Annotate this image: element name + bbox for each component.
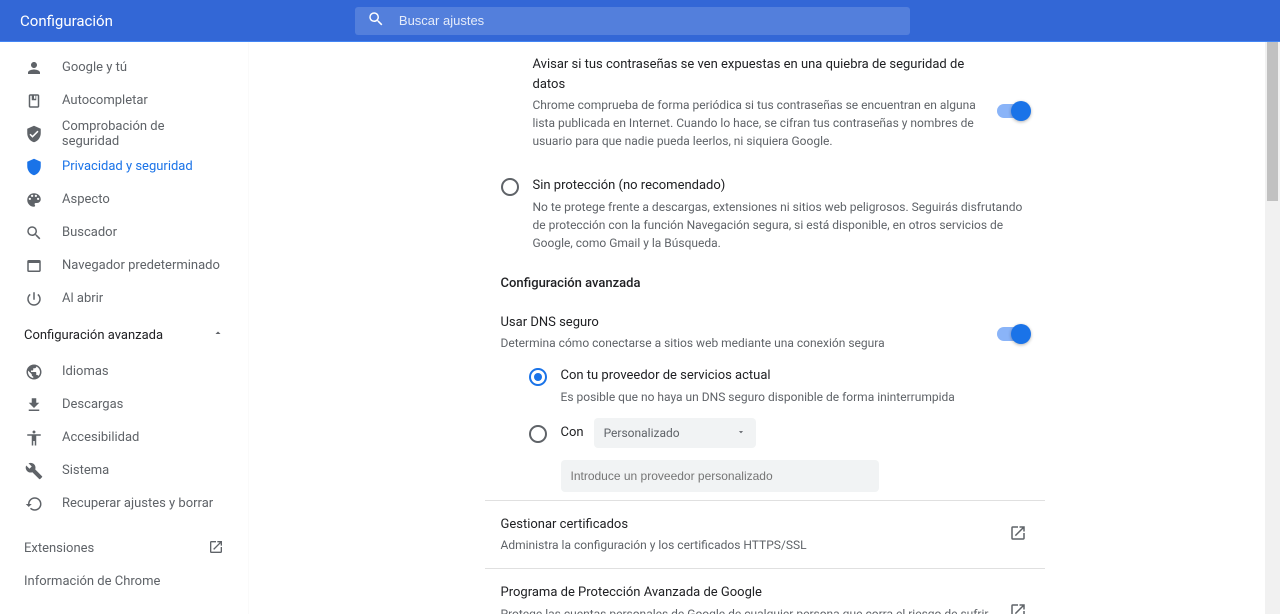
dns-custom-input[interactable] — [561, 460, 879, 492]
page-title: Configuración — [20, 12, 113, 30]
sidebar-item-label: Google y tú — [62, 60, 127, 75]
sidebar-item-label: Navegador predeterminado — [62, 258, 220, 273]
sidebar-item-system[interactable]: Sistema — [0, 454, 248, 487]
sidebar-item-appearance[interactable]: Aspecto — [0, 183, 248, 216]
password-breach-setting: Avisar si tus contraseñas se ven expuest… — [485, 51, 1045, 154]
palette-icon — [24, 190, 44, 210]
advanced-protection-row[interactable]: Programa de Protección Avanzada de Googl… — [485, 568, 1045, 614]
external-link-icon — [1009, 602, 1029, 614]
certificates-desc: Administra la configuración y los certif… — [501, 536, 1009, 554]
wrench-icon — [24, 461, 44, 481]
dns-custom-input-wrap — [561, 460, 1045, 492]
dns-custom-radio[interactable] — [529, 425, 547, 443]
search-input[interactable] — [399, 13, 898, 28]
search-icon — [24, 223, 44, 243]
advanced-protection-title: Programa de Protección Avanzada de Googl… — [501, 583, 1009, 603]
sidebar-item-label: Autocompletar — [62, 93, 148, 108]
external-link-icon — [208, 539, 224, 559]
sidebar-item-default-browser[interactable]: Navegador predeterminado — [0, 249, 248, 282]
no-protection-title: Sin protección (no recomendado) — [533, 176, 1029, 196]
dns-opt1-desc: Es posible que no haya un DNS seguro dis… — [561, 388, 1045, 406]
scrollbar-thumb[interactable] — [1267, 41, 1278, 201]
sidebar-item-label: Privacidad y seguridad — [62, 159, 193, 174]
globe-icon — [24, 362, 44, 382]
sidebar-item-accessibility[interactable]: Accesibilidad — [0, 421, 248, 454]
sidebar-extensions[interactable]: Extensiones — [0, 532, 248, 565]
sidebar-item-on-startup[interactable]: Al abrir — [0, 282, 248, 315]
autofill-icon — [24, 91, 44, 111]
dns-current-provider-option[interactable]: Con tu proveedor de servicios actual Es … — [485, 358, 1045, 410]
browser-icon — [24, 256, 44, 276]
advanced-protection-desc: Protege las cuentas personales de Google… — [501, 605, 1009, 614]
sidebar-about[interactable]: Información de Chrome — [0, 565, 248, 598]
sidebar-item-autofill[interactable]: Autocompletar — [0, 84, 248, 117]
chevron-up-icon — [212, 327, 224, 343]
advanced-section-title: Configuración avanzada — [485, 256, 1045, 303]
sidebar-advanced-label: Configuración avanzada — [24, 328, 163, 343]
secure-dns-toggle[interactable] — [997, 327, 1029, 341]
sidebar-about-label: Información de Chrome — [24, 574, 160, 589]
search-box[interactable] — [355, 7, 910, 35]
sidebar-advanced-toggle[interactable]: Configuración avanzada — [0, 315, 248, 355]
dns-provider-dropdown[interactable]: Personalizado — [594, 418, 756, 448]
sidebar-item-label: Al abrir — [62, 291, 103, 306]
accessibility-icon — [24, 428, 44, 448]
sidebar-item-safety-check[interactable]: Comprobación de seguridad — [0, 117, 248, 150]
secure-dns-title: Usar DNS seguro — [501, 313, 989, 333]
certificates-title: Gestionar certificados — [501, 515, 1009, 535]
sidebar-item-search-engine[interactable]: Buscador — [0, 216, 248, 249]
chevron-down-icon — [736, 426, 746, 440]
search-icon — [367, 10, 385, 32]
sidebar-item-languages[interactable]: Idiomas — [0, 355, 248, 388]
sidebar-item-label: Descargas — [62, 397, 123, 412]
no-protection-radio[interactable] — [501, 178, 519, 196]
dns-current-radio[interactable] — [529, 368, 547, 386]
shield-check-icon — [24, 124, 44, 144]
secure-dns-row: Usar DNS seguro Determina cómo conectars… — [485, 303, 1045, 359]
scrollbar[interactable] — [1265, 41, 1280, 614]
sidebar-item-privacy[interactable]: Privacidad y seguridad — [0, 150, 248, 183]
sidebar-item-label: Aspecto — [62, 192, 110, 207]
manage-certificates-row[interactable]: Gestionar certificados Administra la con… — [485, 500, 1045, 569]
password-breach-toggle[interactable] — [997, 104, 1029, 118]
restore-icon — [24, 494, 44, 514]
password-breach-desc: Chrome comprueba de forma periódica si t… — [533, 96, 977, 150]
dns-opt1-title: Con tu proveedor de servicios actual — [561, 366, 1045, 386]
password-breach-title: Avisar si tus contraseñas se ven expuest… — [533, 55, 977, 94]
dns-opt2-label: Con — [561, 423, 584, 443]
sidebar-item-downloads[interactable]: Descargas — [0, 388, 248, 421]
sidebar: Google y tú Autocompletar Comprobación d… — [0, 41, 248, 614]
person-icon — [24, 58, 44, 78]
sidebar-item-label: Idiomas — [62, 364, 109, 379]
main-content: Avisar si tus contraseñas se ven expuest… — [248, 41, 1280, 614]
secure-dns-desc: Determina cómo conectarse a sitios web m… — [501, 334, 989, 352]
no-protection-desc: No te protege frente a descargas, extens… — [533, 198, 1029, 252]
sidebar-item-label: Buscador — [62, 225, 117, 240]
shield-icon — [24, 157, 44, 177]
sidebar-item-label: Sistema — [62, 463, 109, 478]
search-container — [355, 7, 910, 35]
sidebar-item-reset[interactable]: Recuperar ajustes y borrar — [0, 487, 248, 520]
sidebar-item-label: Accesibilidad — [62, 430, 139, 445]
sidebar-item-label: Recuperar ajustes y borrar — [62, 496, 213, 511]
no-protection-option[interactable]: Sin protección (no recomendado) No te pr… — [485, 172, 1045, 256]
power-icon — [24, 289, 44, 309]
app-header: Configuración — [0, 0, 1280, 41]
sidebar-extensions-label: Extensiones — [24, 541, 94, 556]
download-icon — [24, 395, 44, 415]
external-link-icon — [1009, 524, 1029, 544]
sidebar-item-label: Comprobación de seguridad — [62, 119, 224, 149]
sidebar-item-google-you[interactable]: Google y tú — [0, 51, 248, 84]
dns-custom-option[interactable]: Con Personalizado — [485, 410, 1045, 452]
dns-dropdown-value: Personalizado — [604, 426, 680, 440]
